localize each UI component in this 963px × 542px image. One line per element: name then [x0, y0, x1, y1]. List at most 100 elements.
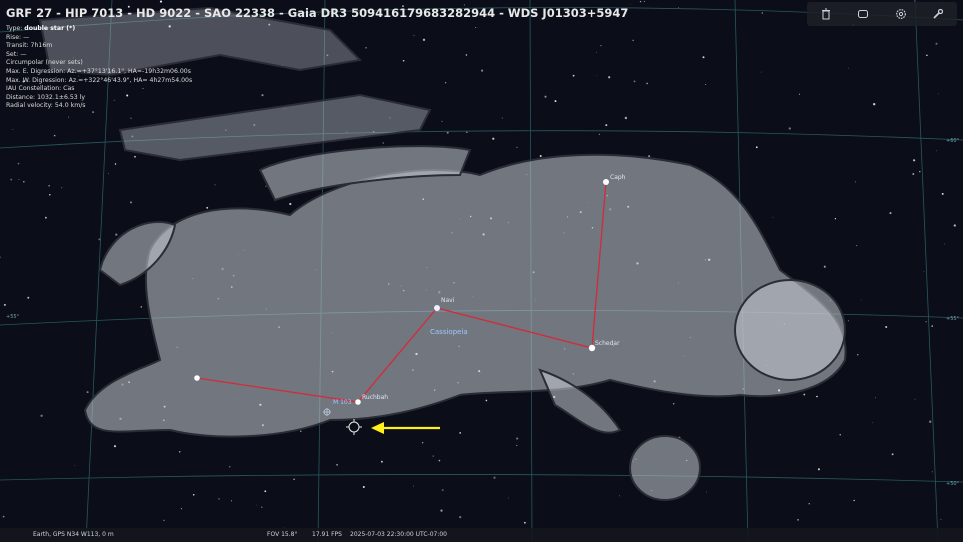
background-star	[854, 181, 856, 183]
background-star	[214, 184, 216, 186]
background-star	[289, 202, 292, 206]
background-star	[382, 142, 385, 144]
background-star	[797, 518, 799, 521]
background-star	[936, 150, 937, 152]
background-star	[823, 265, 826, 268]
background-star	[912, 173, 915, 175]
background-star	[633, 80, 636, 83]
background-star	[86, 391, 89, 394]
background-star	[293, 478, 295, 481]
background-star	[639, 0, 642, 3]
background-star	[803, 393, 806, 396]
background-star	[48, 185, 50, 187]
background-star	[108, 172, 109, 174]
background-star	[761, 12, 764, 14]
background-star	[913, 159, 916, 162]
background-star	[598, 133, 601, 136]
background-star	[919, 170, 921, 173]
background-star	[441, 120, 443, 122]
background-star	[524, 521, 526, 524]
background-star	[130, 117, 132, 119]
background-star	[53, 134, 56, 137]
background-star	[446, 131, 449, 134]
svg-text:Schedar: Schedar	[595, 340, 620, 347]
background-star	[180, 508, 182, 510]
status-bar: Earth, GPS N34 W113, 0 m FOV 15.8° 17.91…	[0, 528, 963, 542]
background-star	[672, 403, 675, 405]
info-line: Max. E. Digression: Az.=+37°13'16.1", HA…	[6, 67, 191, 75]
constellation-name: Cassiopeia	[430, 328, 468, 336]
background-star	[788, 127, 791, 130]
grid-label: +55°	[6, 314, 20, 320]
background-star	[885, 325, 888, 329]
background-star	[3, 303, 6, 306]
background-star	[113, 445, 117, 448]
star-segin[interactable]	[194, 375, 200, 381]
background-star	[485, 399, 488, 402]
background-star	[441, 489, 444, 491]
background-star	[459, 515, 462, 519]
background-star	[875, 397, 877, 399]
background-star	[891, 453, 894, 456]
background-star	[755, 146, 758, 149]
screen-icon[interactable]	[854, 5, 872, 23]
background-star	[860, 299, 862, 301]
background-star	[923, 271, 925, 272]
background-star	[632, 39, 634, 42]
background-star	[27, 296, 30, 299]
background-star	[140, 306, 143, 308]
svg-text:Ruchbah: Ruchbah	[362, 394, 388, 401]
object-details: Type: double star (*) Rise: — Transit: 7…	[6, 25, 628, 111]
background-star	[218, 498, 220, 500]
background-star	[940, 518, 942, 520]
datetime-status[interactable]: 2025-07-03 22:30:00 UTC-07:00	[350, 531, 447, 538]
background-star	[702, 56, 705, 59]
background-star	[22, 180, 25, 183]
background-star	[264, 490, 267, 493]
background-star	[929, 420, 932, 423]
background-star	[12, 129, 14, 130]
trash-icon[interactable]	[817, 5, 835, 23]
background-star	[380, 460, 383, 463]
background-star	[772, 217, 774, 218]
grid-label: +50°	[946, 481, 960, 487]
svg-text:Navi: Navi	[441, 297, 455, 304]
background-star	[68, 116, 69, 118]
background-star	[941, 192, 944, 195]
grid-label: +55°	[946, 316, 960, 322]
background-star	[938, 93, 940, 95]
background-star	[92, 111, 95, 114]
location-status[interactable]: Earth, GPS N34 W113, 0 m	[33, 531, 114, 538]
grid-label: +60°	[946, 138, 960, 144]
object-info-panel: GRF 27 - HIP 7013 - HD 9022 - SAO 22338 …	[6, 6, 628, 111]
dso-label-m103[interactable]: M 103	[333, 399, 352, 406]
background-star	[516, 437, 519, 440]
fov-status: FOV 15.8°	[267, 531, 298, 538]
info-line: Max. W. Digression: Az.=+322°46'43.9", H…	[6, 76, 193, 84]
selection-marker-icon[interactable]	[346, 419, 362, 435]
background-star	[605, 124, 608, 127]
info-line: Distance: 1032.1±6.53 ly	[6, 93, 86, 101]
background-star	[256, 504, 258, 506]
info-line: Circumpolar (never sets)	[6, 59, 83, 67]
top-right-toolbar	[807, 2, 957, 26]
background-star	[61, 187, 63, 189]
background-star	[926, 54, 928, 57]
wrench-icon[interactable]	[929, 5, 947, 23]
background-star	[873, 103, 876, 106]
background-star	[421, 441, 424, 444]
pointer-arrow-icon	[371, 422, 440, 434]
background-star	[115, 233, 118, 236]
background-star	[619, 495, 620, 497]
background-star	[539, 154, 542, 158]
background-star	[129, 201, 133, 204]
gear-icon[interactable]	[892, 5, 910, 23]
background-star	[231, 500, 233, 502]
background-star	[362, 486, 365, 488]
info-line: Transit: 7h16m	[6, 42, 53, 50]
background-star	[889, 212, 892, 215]
background-star	[808, 503, 810, 505]
background-star	[413, 485, 415, 487]
background-star	[134, 155, 136, 158]
background-star	[261, 506, 263, 508]
